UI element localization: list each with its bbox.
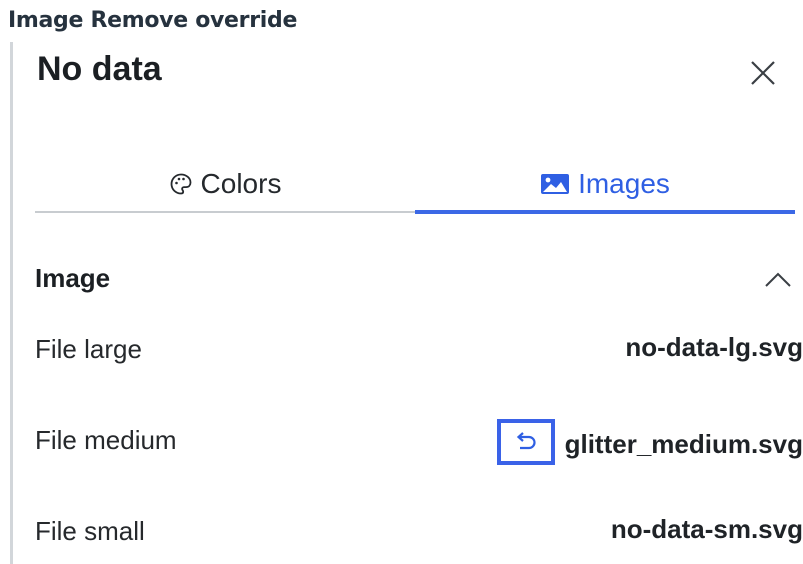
file-name: glitter_medium.svg — [564, 428, 803, 459]
image-icon — [541, 174, 570, 194]
close-button[interactable] — [748, 58, 778, 88]
row-value: no-data-lg.svg — [625, 332, 803, 363]
row-file-medium: File medium glitter_medium.svg — [35, 417, 803, 465]
row-file-large: File large no-data-lg.svg — [35, 326, 803, 370]
row-label: File medium — [35, 425, 177, 455]
image-section-header[interactable]: Image — [35, 257, 797, 301]
tab-images-label: Images — [578, 168, 670, 199]
panel-title: No data — [37, 50, 162, 88]
remove-override-button[interactable] — [496, 419, 555, 465]
tab-colors-label: Colors — [200, 168, 282, 199]
figure-caption: Image Remove override — [8, 8, 298, 33]
palette-icon — [170, 173, 191, 195]
collapse-button[interactable] — [763, 267, 793, 291]
section-title: Image — [35, 263, 111, 293]
row-value: glitter_medium.svg — [496, 419, 803, 465]
override-panel: No data Colors Images Image File large n… — [10, 42, 803, 564]
row-file-small: File small no-data-sm.svg — [35, 508, 803, 552]
tab-images[interactable]: Images — [415, 157, 795, 214]
tab-colors[interactable]: Colors — [35, 157, 415, 211]
close-icon — [751, 61, 775, 85]
chevron-up-icon — [765, 272, 791, 287]
row-label: File small — [35, 516, 145, 546]
undo-icon — [516, 432, 536, 450]
row-value: no-data-sm.svg — [611, 514, 803, 545]
tab-bar: Colors Images — [35, 157, 795, 214]
page: Image Remove override No data Colors Ima… — [0, 0, 803, 564]
file-name: no-data-sm.svg — [610, 514, 803, 544]
row-label: File large — [35, 334, 142, 364]
file-name: no-data-lg.svg — [625, 332, 803, 362]
